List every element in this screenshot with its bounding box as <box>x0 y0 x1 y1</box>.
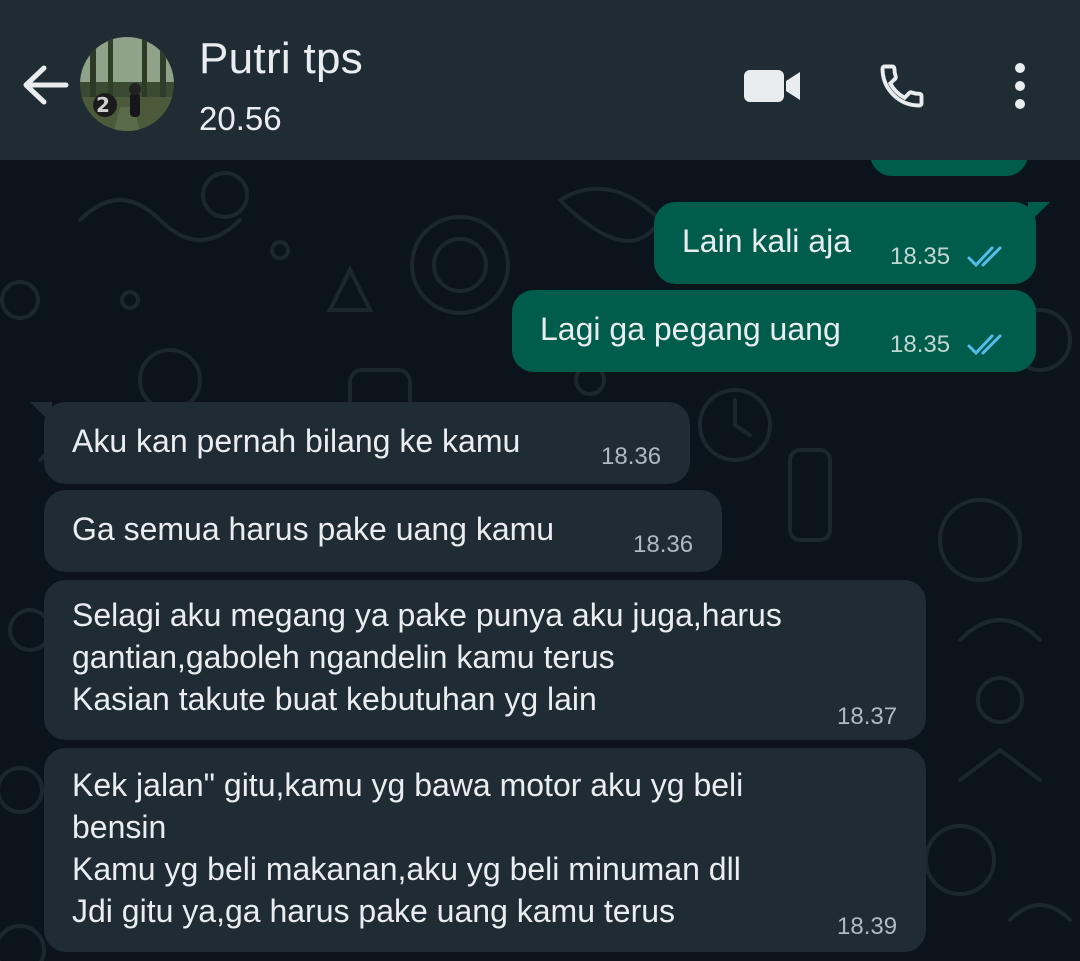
chat-screen: 2 Putri tps 20.56 Lain kali aja 18.35 La… <box>0 0 1080 961</box>
read-receipt-icon <box>967 246 1002 268</box>
avatar[interactable]: 2 <box>80 37 174 131</box>
more-options-button[interactable] <box>990 56 1050 116</box>
message-bubble-incoming[interactable]: Aku kan pernah bilang ke kamu 18.36 <box>30 402 690 484</box>
message-time: 18.35 <box>890 243 951 270</box>
message-text: Aku kan pernah bilang ke kamu <box>72 423 521 459</box>
message-text: Lain kali aja <box>682 223 851 259</box>
message-time: 18.37 <box>837 703 898 730</box>
message-time: 18.36 <box>633 531 694 558</box>
message-text: Ga semua harus pake uang kamu <box>72 511 555 547</box>
message-time: 18.36 <box>601 443 662 470</box>
video-call-button[interactable] <box>742 56 802 116</box>
message-text: Kek jalan" gitu,kamu yg bawa motor aku y… <box>72 767 744 929</box>
bubble-tail <box>30 402 52 424</box>
chat-header: 2 Putri tps 20.56 <box>0 0 1080 160</box>
contact-name[interactable]: Putri tps <box>199 34 363 84</box>
message-bubble-incoming[interactable]: Kek jalan" gitu,kamu yg bawa motor aku y… <box>44 748 926 952</box>
message-bubble-incoming[interactable]: Selagi aku megang ya pake punya aku juga… <box>44 580 926 740</box>
message-text: Selagi aku megang ya pake punya aku juga… <box>72 597 782 717</box>
avatar-image: 2 <box>80 37 174 131</box>
bubble-tail <box>1028 202 1050 224</box>
back-button[interactable] <box>18 58 72 112</box>
more-vertical-icon <box>1015 63 1025 109</box>
message-bubble-outgoing[interactable]: Lain kali aja 18.35 <box>654 202 1050 284</box>
message-bubble-incoming[interactable]: Ga semua harus pake uang kamu 18.36 <box>44 490 722 572</box>
message-bubble-outgoing[interactable]: Lagi ga pegang uang 18.35 <box>512 290 1036 372</box>
read-receipt-icon <box>967 334 1002 356</box>
last-seen-status: 20.56 <box>199 100 282 137</box>
message-time: 18.35 <box>890 331 951 358</box>
video-call-icon <box>744 70 800 102</box>
message-text: Lagi ga pegang uang <box>540 311 841 347</box>
voice-call-button[interactable] <box>872 56 932 116</box>
phone-icon <box>880 64 924 108</box>
svg-text:2: 2 <box>96 93 110 117</box>
back-arrow-icon <box>23 65 69 105</box>
message-time: 18.39 <box>837 913 898 940</box>
